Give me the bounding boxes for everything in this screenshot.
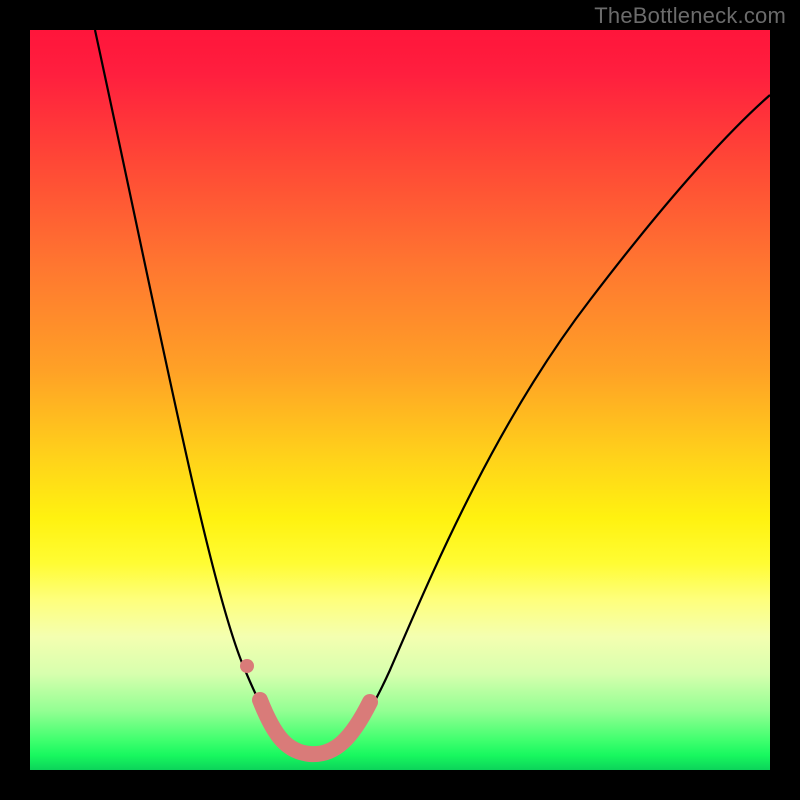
chart-frame: TheBottleneck.com [0, 0, 800, 800]
watermark-text: TheBottleneck.com [594, 3, 786, 29]
marker-dot [240, 659, 254, 673]
marker-band [260, 700, 370, 754]
plot-area [30, 30, 770, 770]
chart-svg [30, 30, 770, 770]
bottleneck-curve [95, 30, 770, 754]
